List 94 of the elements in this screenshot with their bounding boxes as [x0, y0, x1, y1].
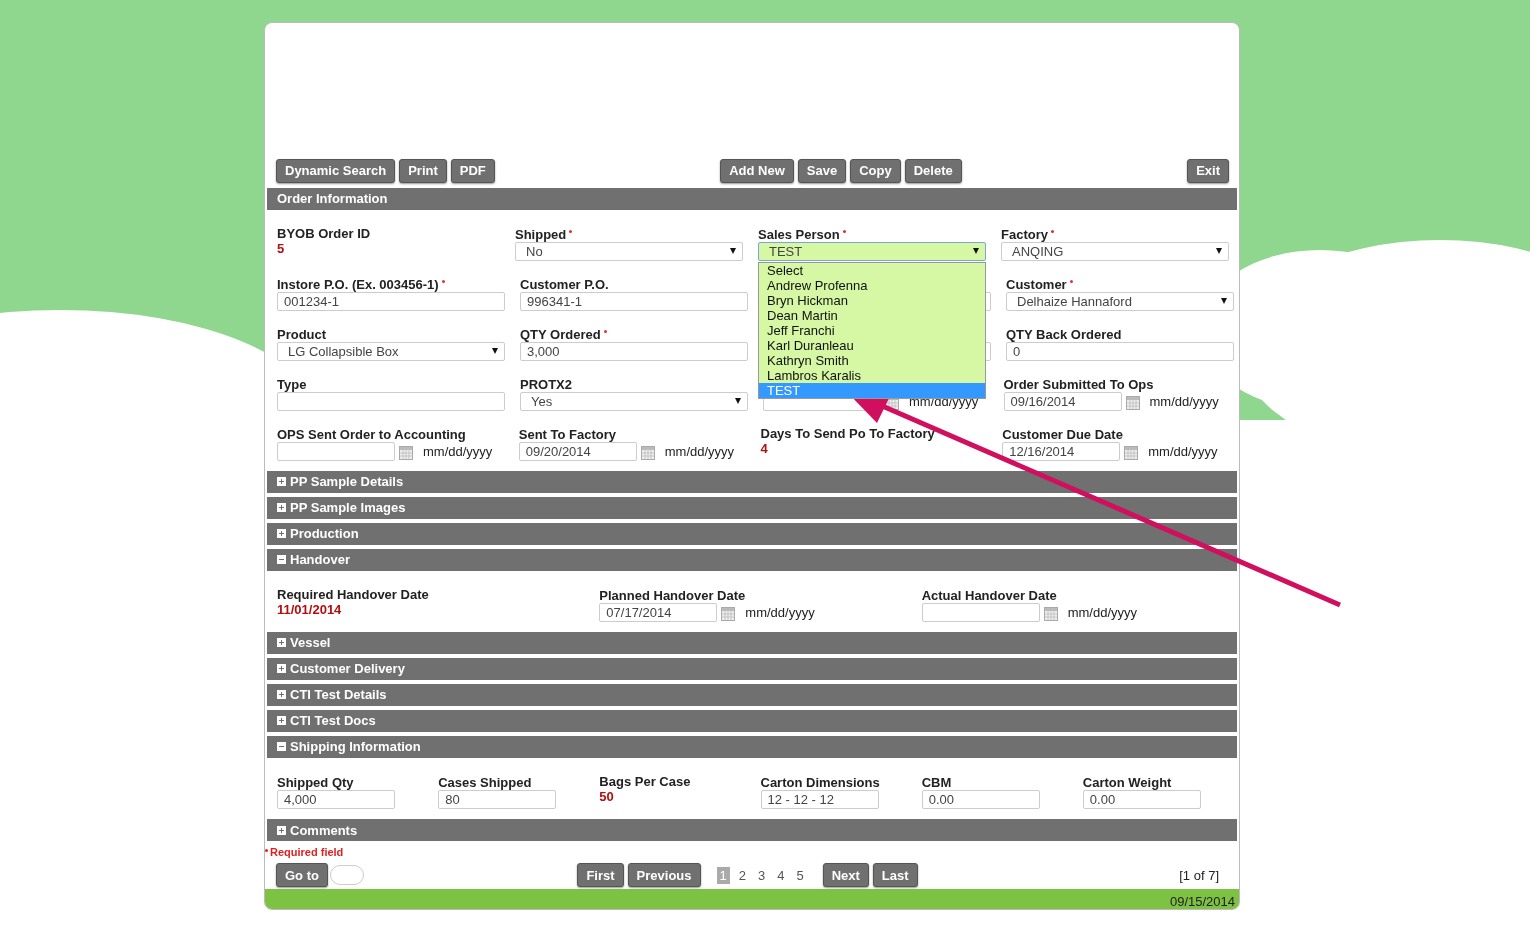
toolbar-button[interactable]: Print	[399, 158, 447, 183]
input-field[interactable]: 996341-1	[520, 291, 748, 311]
input-field[interactable]: 3,000	[520, 341, 748, 361]
input-field[interactable]: 12 - 12 - 12	[760, 790, 879, 809]
field-label: Order Submitted To Ops	[1003, 376, 1154, 392]
page-link[interactable]: 2	[735, 866, 749, 884]
section-header[interactable]: Comments	[267, 819, 1237, 841]
page-count: [1 of 7]	[1179, 867, 1219, 883]
dropdown-option[interactable]: Kathryn Smith	[759, 352, 985, 368]
dropdown-option[interactable]: Dean Martin	[759, 307, 985, 323]
goto-button[interactable]: Go to	[276, 863, 328, 888]
section-header[interactable]: Production	[267, 522, 1237, 545]
dropdown-option[interactable]: Karl Duranleau	[759, 337, 985, 353]
field-label: BYOB Order ID	[277, 225, 371, 241]
field-label: Cases Shipped	[438, 775, 532, 790]
field-label: Sales Person	[758, 226, 840, 242]
date-field[interactable]: 09/20/2014	[518, 441, 637, 461]
section-header[interactable]: Order Information	[267, 187, 1237, 210]
section-header[interactable]: CTI Test Docs	[267, 709, 1237, 732]
toolbar-button[interactable]: Save	[797, 158, 847, 183]
exit-button[interactable]: Exit	[1187, 158, 1229, 183]
toolbar-button[interactable]: Dynamic Search	[276, 158, 396, 183]
previous-button[interactable]: Previous	[627, 863, 701, 888]
input-field[interactable]: 4,000	[277, 790, 395, 809]
section-header[interactable]: Handover	[267, 548, 1237, 571]
field-label: Actual Handover Date	[921, 587, 1057, 603]
page-link[interactable]: 4	[774, 866, 788, 884]
section-header[interactable]: PP Sample Images	[267, 496, 1237, 519]
field-label: Carton Dimensions	[760, 775, 880, 790]
dropdown[interactable]: LG Collapsible Box	[277, 341, 505, 361]
field-label: Factory	[1001, 226, 1048, 242]
field-label: Instore P.O. (Ex. 003456-1)	[277, 276, 439, 292]
date-field[interactable]: 07/17/2014	[599, 602, 718, 622]
toolbar-button[interactable]: Copy	[850, 158, 901, 183]
input-field[interactable]: 0.00	[921, 790, 1040, 809]
field-label: Days To Send Po To Factory	[760, 425, 935, 441]
section-header[interactable]: CTI Test Details	[267, 683, 1237, 706]
field-label: Customer Due Date	[1002, 426, 1123, 442]
section-header[interactable]: Customer Delivery	[267, 657, 1237, 680]
field-label: Type	[277, 376, 307, 392]
section-header[interactable]: Vessel	[267, 631, 1237, 654]
date-format-hint: mm/dd/yyyy	[1149, 393, 1219, 409]
field-label: Product	[277, 326, 327, 342]
field-label: Shipped Qty	[277, 775, 354, 790]
field-label: Shipped	[515, 226, 567, 242]
dropdown[interactable]: Yes	[520, 391, 748, 411]
dropdown[interactable]: TEST	[758, 241, 986, 261]
section-header[interactable]: PP Sample Details	[267, 470, 1237, 493]
toolbar-button[interactable]: Delete	[904, 158, 962, 183]
field-label: Sent To Factory	[518, 426, 617, 442]
page-link[interactable]: 3	[754, 866, 769, 884]
field-label: Planned Handover Date	[599, 587, 746, 603]
date-format-hint: mm/dd/yyyy	[664, 443, 735, 459]
field-label: QTY Ordered	[520, 326, 601, 342]
page-link[interactable]: 5	[793, 866, 807, 884]
field-value: 11/01/2014	[277, 601, 343, 619]
date-format-hint: mm/dd/yyyy	[423, 443, 493, 459]
first-button[interactable]: First	[577, 863, 624, 888]
date-format-hint: mm/dd/yyyy	[745, 604, 815, 620]
field-label: Customer P.O.	[520, 276, 609, 292]
required-field-note: Required field	[265, 841, 1239, 858]
field-value: 4	[760, 440, 768, 458]
dropdown-option[interactable]: Select	[759, 262, 985, 278]
dropdown-option[interactable]: Bryn Hickman	[759, 292, 985, 308]
input-field[interactable]: 80	[438, 790, 557, 809]
dropdown[interactable]: ANQING	[1001, 241, 1229, 261]
date-format-hint: mm/dd/yyyy	[1067, 604, 1137, 620]
field-label: PROTX2	[520, 376, 572, 392]
dropdown[interactable]: Delhaize Hannaford	[1006, 291, 1234, 311]
input-field[interactable]: 0	[1006, 341, 1234, 361]
field-value: 5	[277, 240, 286, 258]
input-field[interactable]: 0.00	[1082, 790, 1201, 809]
toolbar-button[interactable]: Add New	[720, 158, 794, 183]
date-field[interactable]: 09/16/2014	[1003, 391, 1122, 411]
dropdown-option[interactable]: Andrew Profenna	[759, 277, 985, 293]
field-label: Bags Per Case	[599, 774, 691, 789]
field-label: OPS Sent Order to Accounting	[277, 426, 466, 442]
last-button[interactable]: Last	[872, 863, 918, 888]
field-label: QTY Back Ordered	[1006, 326, 1122, 342]
field-label: Carton Weight	[1082, 775, 1172, 790]
dropdown-option[interactable]: Lambros Karalis	[759, 367, 985, 383]
field-label: CBM	[921, 775, 952, 790]
date-format-hint: mm/dd/yyyy	[1148, 443, 1218, 459]
dropdown-option[interactable]: Jeff Franchi	[759, 322, 985, 338]
dropdown[interactable]: No	[515, 241, 743, 261]
next-button[interactable]: Next	[822, 863, 869, 888]
input-field[interactable]: 001234-1	[277, 291, 505, 311]
section-header[interactable]: Shipping Information	[267, 736, 1237, 758]
field-label: Required Handover Date	[277, 586, 429, 602]
status-date: 09/15/2014	[1169, 894, 1235, 909]
field-label: Customer	[1006, 276, 1067, 292]
toolbar-button[interactable]: PDF	[450, 158, 495, 183]
date-field[interactable]: 12/16/2014	[1002, 441, 1121, 461]
field-value: 50	[599, 789, 615, 806]
